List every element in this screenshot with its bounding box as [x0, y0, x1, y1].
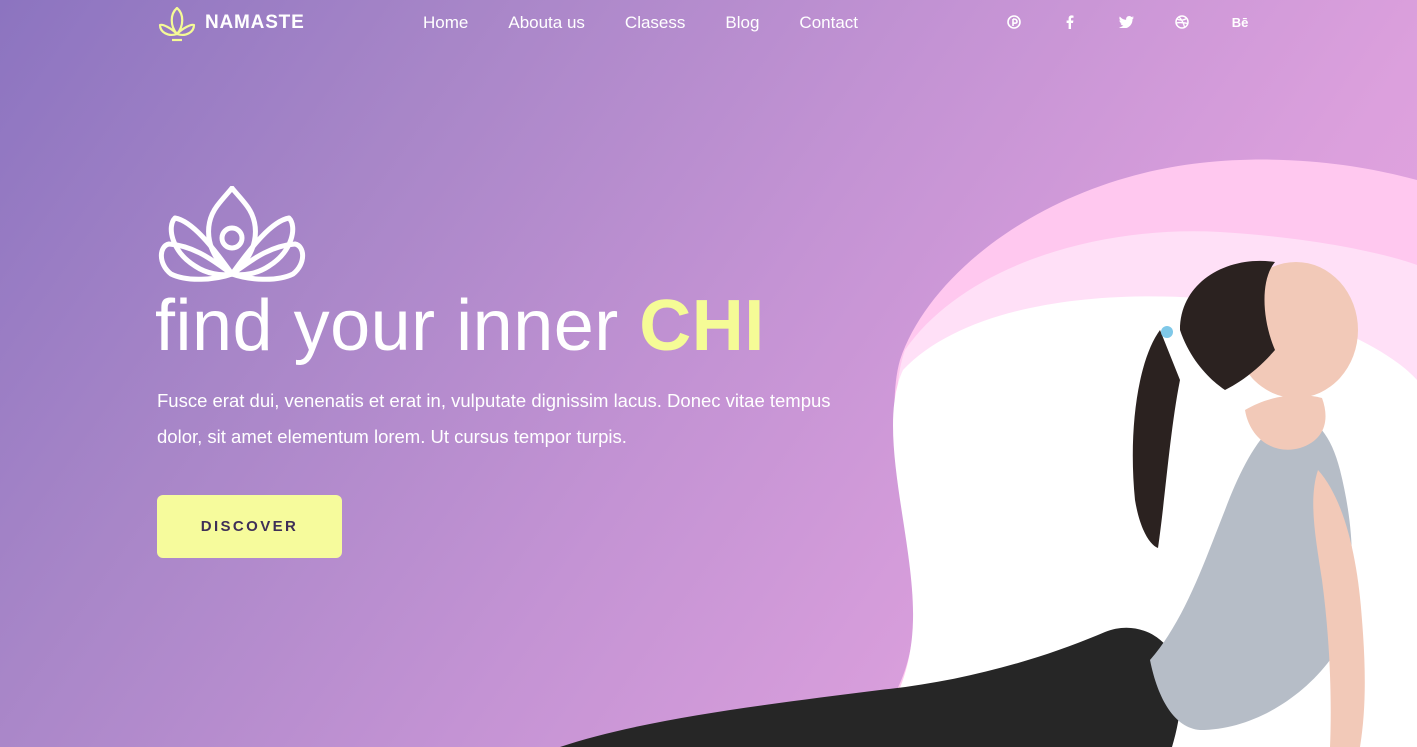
nav-blog[interactable]: Blog: [725, 12, 759, 34]
dribbble-icon[interactable]: [1174, 12, 1190, 32]
nav-home[interactable]: Home: [423, 12, 468, 34]
hero-headline: find your inner CHI: [155, 284, 765, 368]
brand-logo[interactable]: NAMASTE: [157, 4, 305, 42]
nav-about[interactable]: Abouta us: [508, 12, 585, 34]
brand-name: NAMASTE: [205, 12, 305, 33]
headline-main: find your inner: [155, 286, 640, 366]
behance-icon[interactable]: Bē: [1230, 12, 1250, 32]
lotus-hero-icon: [158, 186, 306, 282]
hero-page: NAMASTE Home Abouta us Clasess Blog Cont…: [0, 0, 1417, 747]
lotus-icon: [158, 6, 196, 42]
facebook-icon[interactable]: [1062, 12, 1078, 32]
hero-description: Fusce erat dui, venenatis et erat in, vu…: [157, 390, 831, 447]
pinterest-icon[interactable]: [1006, 12, 1022, 32]
yoga-woman-photo: [560, 260, 1365, 747]
social-links: Bē: [1006, 12, 1250, 32]
nav-classes[interactable]: Clasess: [625, 12, 685, 34]
nav-contact[interactable]: Contact: [799, 12, 858, 34]
discover-button[interactable]: DISCOVER: [157, 495, 342, 558]
twitter-icon[interactable]: [1118, 12, 1134, 32]
headline-accent: CHI: [639, 286, 765, 366]
main-nav: Home Abouta us Clasess Blog Contact: [423, 12, 858, 34]
